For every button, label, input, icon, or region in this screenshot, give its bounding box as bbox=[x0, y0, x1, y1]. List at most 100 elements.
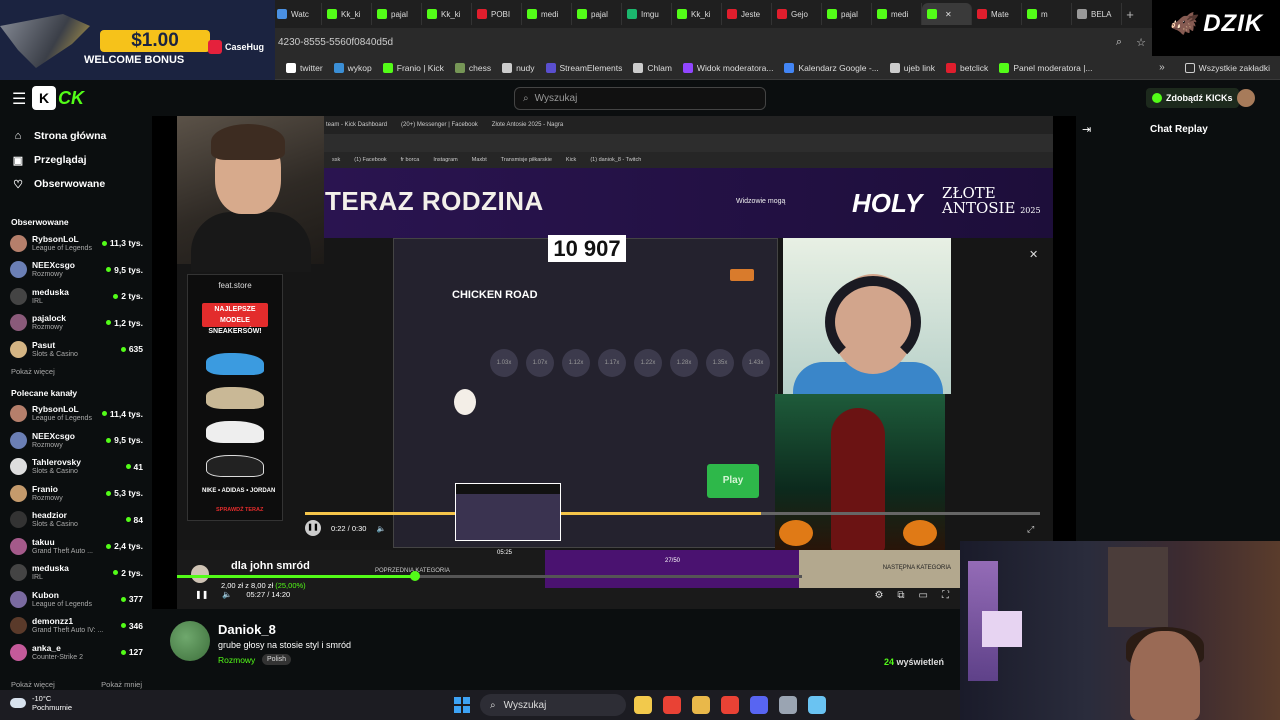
close-tab-icon[interactable]: ✕ bbox=[945, 10, 952, 19]
theater-mode-icon[interactable]: ▭ bbox=[919, 590, 928, 601]
bookmark-item[interactable]: Franio | Kick bbox=[382, 62, 444, 73]
browser-tab[interactable]: pajal bbox=[572, 3, 622, 25]
get-kicks-button[interactable]: Zdobądź KICKs bbox=[1146, 88, 1239, 108]
deposit-button bbox=[730, 269, 754, 281]
explorer-icon[interactable] bbox=[634, 696, 652, 714]
browser-tab[interactable]: Jeste bbox=[722, 3, 772, 25]
channel-item[interactable]: meduska IRL 2 tys. bbox=[0, 283, 152, 310]
bookmark-item[interactable]: nudy bbox=[502, 62, 535, 73]
video-player[interactable]: team - Kick Dashboard (20+) Messenger | … bbox=[177, 116, 1053, 609]
browser-tab[interactable]: Imgu bbox=[622, 3, 672, 25]
channel-item[interactable]: anka_e Counter-Strike 2 127 bbox=[0, 639, 152, 666]
app-yellow-icon[interactable] bbox=[692, 696, 710, 714]
browser-tab[interactable]: Watc bbox=[272, 3, 322, 25]
close-overlay-icon[interactable]: ✕ bbox=[1029, 248, 1038, 261]
bookmark-item[interactable]: Chlam bbox=[633, 62, 672, 73]
pause-icon[interactable]: ❚❚ bbox=[195, 590, 208, 599]
bookmark-item[interactable]: betclick bbox=[945, 62, 988, 73]
channel-text: takuu Grand Theft Auto ... bbox=[32, 537, 93, 556]
channel-item[interactable]: Tahlerovsky Slots & Casino 41 bbox=[0, 454, 152, 481]
channel-item[interactable]: demonzz1 Grand Theft Auto IV: ... 346 bbox=[0, 613, 152, 640]
browser-tab[interactable]: BELA bbox=[1072, 3, 1122, 25]
bookmark-item[interactable]: Kalendarz Google -... bbox=[784, 62, 879, 73]
channel-item[interactable]: RybsonLoL League of Legends 11,3 tys. bbox=[0, 230, 152, 257]
bookmark-item[interactable]: chess bbox=[454, 62, 491, 73]
bookmark-item[interactable]: twitter bbox=[286, 62, 323, 73]
channel-avatar bbox=[10, 431, 27, 449]
browser-tab[interactable]: Kk_ki bbox=[672, 3, 722, 25]
bookmarks-overflow-icon[interactable]: » bbox=[1159, 62, 1165, 73]
volume-icon[interactable]: 🔈 bbox=[222, 590, 232, 599]
recommended-heading: Polecane kanały bbox=[11, 387, 78, 398]
bookmark-item[interactable]: Widok moderatora... bbox=[682, 62, 773, 73]
all-bookmarks-button[interactable]: Wszystkie zakładki bbox=[1184, 62, 1270, 73]
notepad-icon[interactable] bbox=[808, 696, 826, 714]
browser-tab[interactable]: medi bbox=[872, 3, 922, 25]
menu-icon[interactable]: ☰ bbox=[12, 89, 26, 109]
browser-tab[interactable]: Kk_ki bbox=[422, 3, 472, 25]
discord-icon[interactable] bbox=[750, 696, 768, 714]
stream-category[interactable]: Rozmowy bbox=[218, 655, 255, 665]
sidebar-nav-item[interactable]: ⌂ Strona główna bbox=[0, 124, 152, 148]
channel-item[interactable]: headzior Slots & Casino 84 bbox=[0, 507, 152, 534]
new-tab-button[interactable]: + bbox=[1122, 7, 1138, 22]
bookmark-item[interactable]: Panel moderatora |... bbox=[999, 62, 1093, 73]
channel-item[interactable]: pajalock Rozmowy 1,2 tys. bbox=[0, 310, 152, 337]
stream-info: Daniok_8 grube głosy na stosie styl i sm… bbox=[152, 609, 960, 690]
fullscreen-icon[interactable]: ⛶ bbox=[942, 590, 949, 601]
bookmark-item[interactable]: wykop bbox=[333, 62, 372, 73]
channel-item[interactable]: NEEXcsgo Rozmowy 9,5 tys. bbox=[0, 257, 152, 284]
settings-icon[interactable]: ⚙ bbox=[874, 590, 883, 601]
channel-item[interactable]: Franio Rozmowy 5,3 tys. bbox=[0, 480, 152, 507]
clip-icon[interactable]: ⧉ bbox=[897, 590, 904, 601]
channel-item[interactable]: meduska IRL 2 tys. bbox=[0, 560, 152, 587]
language-tag[interactable]: Polish bbox=[262, 654, 292, 665]
browser-tab[interactable]: pajal bbox=[372, 3, 422, 25]
taskbar-search[interactable]: ⌕ Wyszukaj bbox=[480, 694, 626, 716]
settings-icon[interactable] bbox=[779, 696, 797, 714]
channel-item[interactable]: Kubon League of Legends 377 bbox=[0, 586, 152, 613]
zoom-icon[interactable]: ⌕ bbox=[1108, 36, 1130, 49]
bookmark-item[interactable]: StreamElements bbox=[545, 62, 622, 73]
bookmark-item[interactable]: ujeb link bbox=[889, 62, 935, 73]
channel-name: NEEXcsgo bbox=[32, 430, 75, 441]
chrome-icon[interactable] bbox=[663, 696, 681, 714]
url-field[interactable]: 4230-8555-5560f0840d5d bbox=[278, 37, 1108, 48]
channel-item[interactable]: NEEXcsgo Rozmowy 9,5 tys. bbox=[0, 427, 152, 454]
weather-text: -10°C Pochmurnie bbox=[32, 694, 72, 712]
bookmark-star-icon[interactable]: ☆ bbox=[1130, 36, 1152, 49]
viewer-count: 2 tys. bbox=[113, 568, 143, 578]
channel-item[interactable]: Pasut Slots & Casino 635 bbox=[0, 336, 152, 363]
collapse-chat-icon[interactable]: ⇥ bbox=[1082, 123, 1091, 136]
sidebar-nav-item[interactable]: ♡ Obserwowane bbox=[0, 172, 152, 196]
sidebar-nav-item[interactable]: ▣ Przeglądaj bbox=[0, 148, 152, 172]
browser-tab[interactable]: Mate bbox=[972, 3, 1022, 25]
channel-avatar[interactable] bbox=[170, 621, 210, 661]
user-avatar[interactable] bbox=[1237, 89, 1255, 107]
browser-tab[interactable]: POBI bbox=[472, 3, 522, 25]
browser-tab[interactable]: medi bbox=[522, 3, 572, 25]
app-red-icon[interactable] bbox=[721, 696, 739, 714]
vod-seek-handle[interactable] bbox=[409, 571, 420, 581]
browser-tab[interactable]: m bbox=[1022, 3, 1072, 25]
tab-label: Imgu bbox=[641, 9, 659, 19]
streamer-room-webcam bbox=[960, 541, 1280, 720]
search-input[interactable]: ⌕ Wyszukaj bbox=[514, 87, 766, 110]
browser-tab[interactable]: ✕ bbox=[922, 3, 972, 25]
channel-avatar bbox=[10, 458, 27, 476]
channel-name[interactable]: Daniok_8 bbox=[218, 622, 276, 637]
channel-item[interactable]: takuu Grand Theft Auto ... 2,4 tys. bbox=[0, 533, 152, 560]
channel-name: meduska bbox=[32, 563, 69, 574]
weather-widget[interactable]: -10°C Pochmurnie bbox=[10, 694, 72, 712]
viewer-count: 346 bbox=[120, 621, 143, 631]
channel-category: Slots & Casino bbox=[32, 350, 78, 358]
browser-tab[interactable]: pajal bbox=[822, 3, 872, 25]
browser-tab[interactable]: Gejo bbox=[772, 3, 822, 25]
live-dot-icon bbox=[106, 490, 112, 496]
show-more-followed[interactable]: Pokaż więcej bbox=[0, 363, 152, 381]
windows-start-icon[interactable] bbox=[454, 697, 470, 713]
channel-item[interactable]: RybsonLoL League of Legends 11,4 tys. bbox=[0, 401, 152, 428]
browser-tab[interactable]: Kk_ki bbox=[322, 3, 372, 25]
vod-seek-bar[interactable] bbox=[177, 571, 802, 581]
kick-logo[interactable]: K CK bbox=[32, 84, 94, 112]
